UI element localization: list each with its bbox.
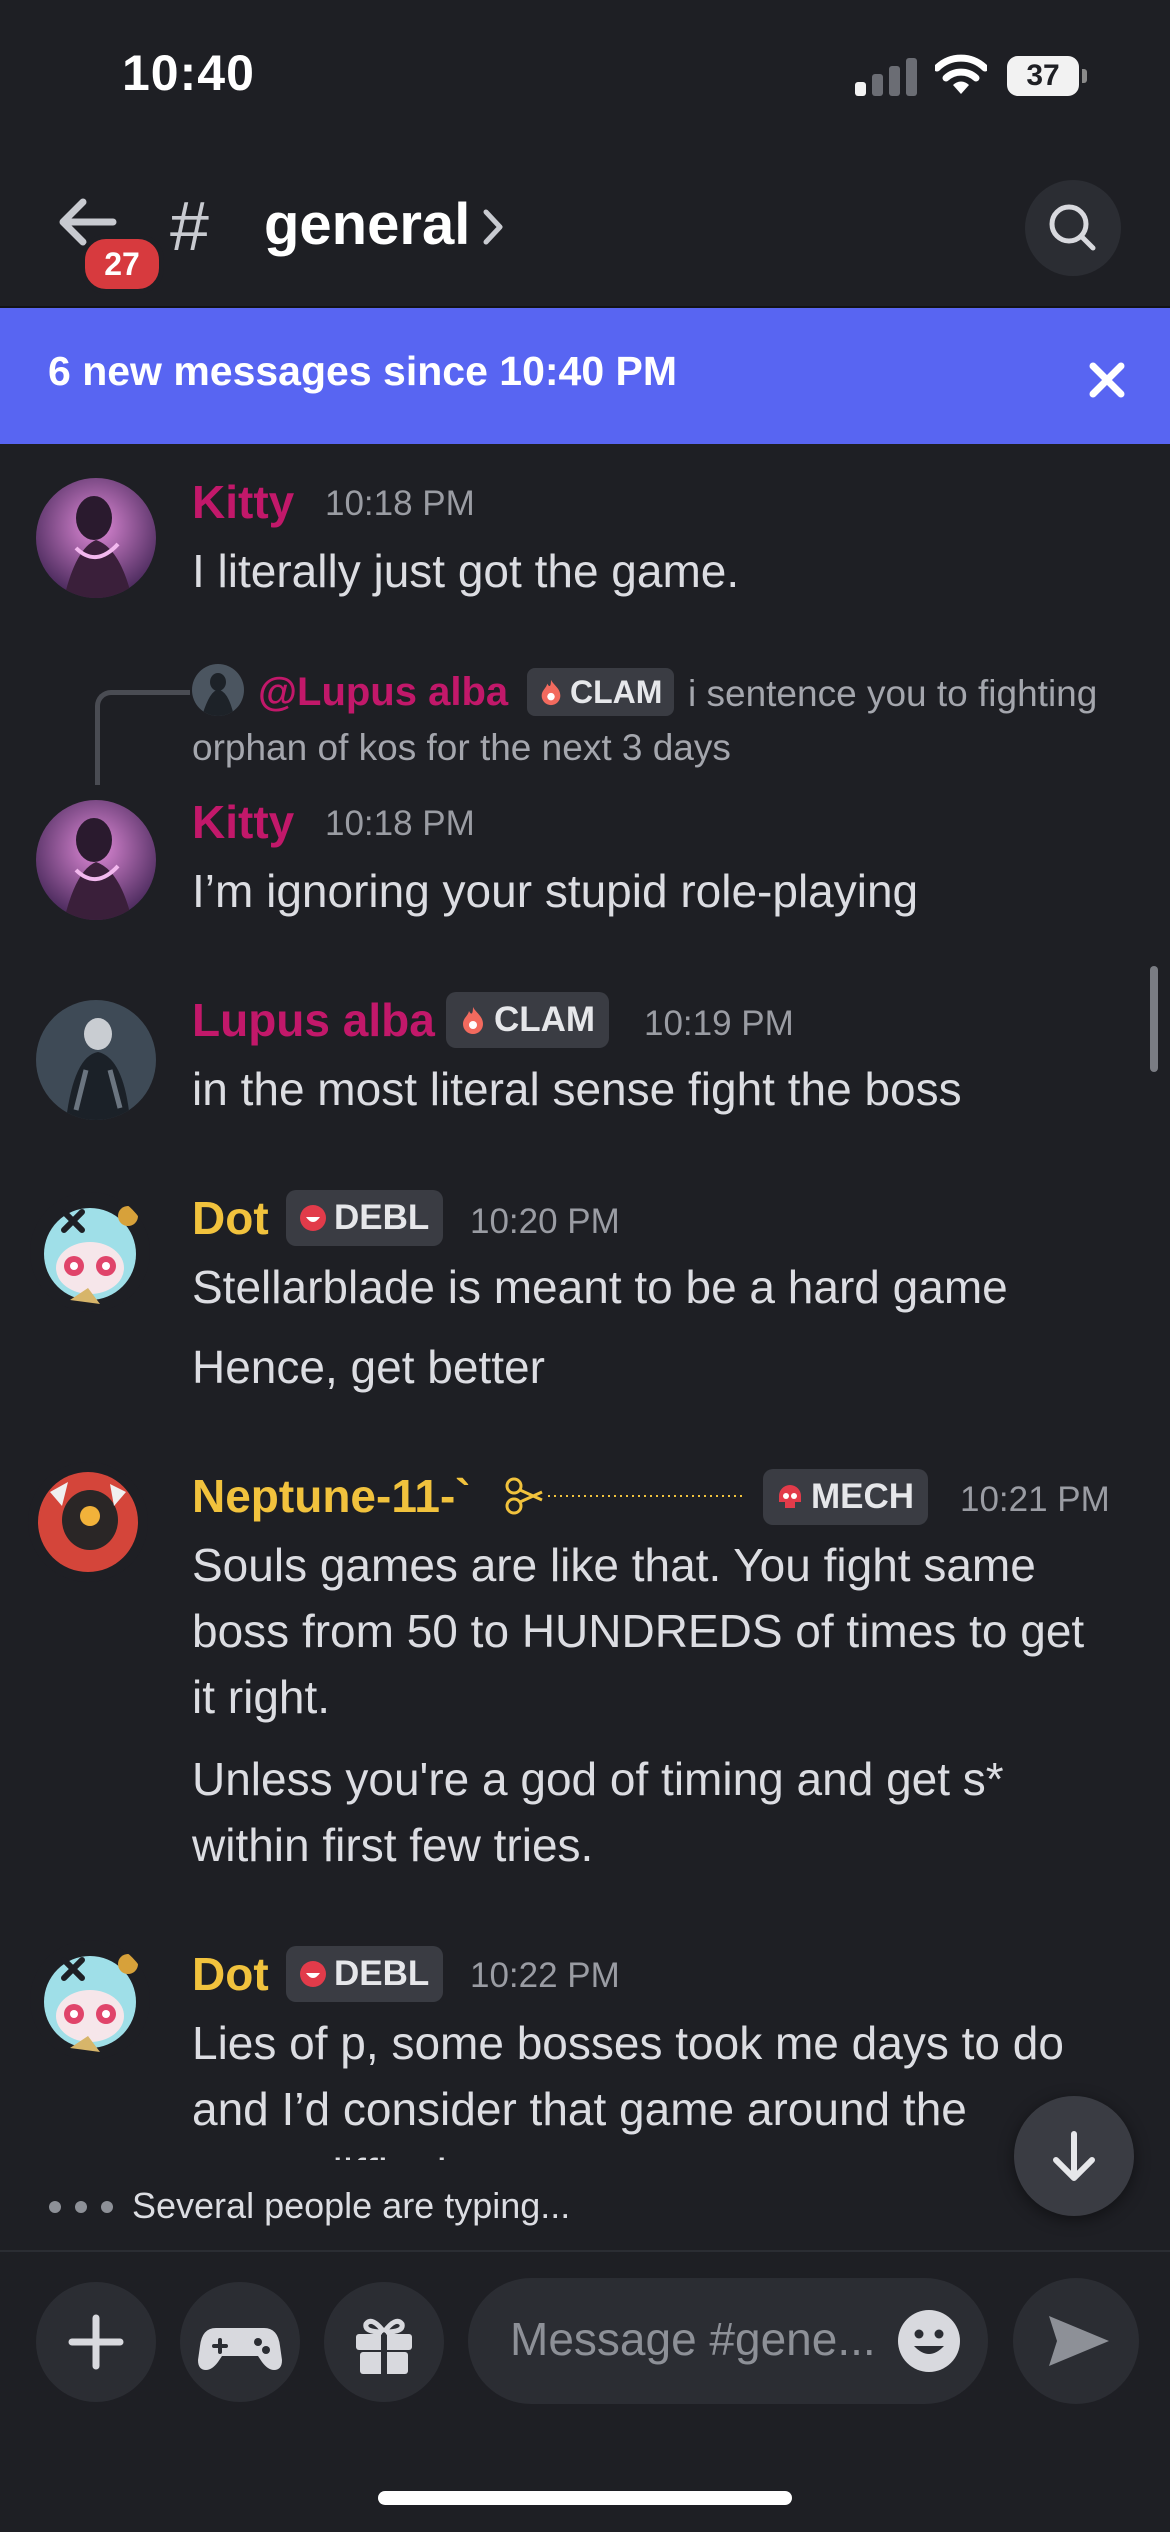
reply-connector (95, 690, 190, 785)
status-time: 10:40 (122, 45, 255, 101)
reply-avatar (192, 664, 244, 716)
server-tag-label: DEBL (334, 1954, 430, 1993)
message-author[interactable]: Kitty (192, 794, 294, 850)
message-timestamp: 10:21 PM (960, 1480, 1110, 1519)
flame-icon (463, 1007, 483, 1034)
activities-button[interactable] (180, 2282, 300, 2402)
plus-icon (68, 2314, 124, 2370)
message-author[interactable]: Lupus alba (192, 992, 435, 1048)
gamepad-icon (198, 2328, 282, 2370)
reply-tag-label: CLAM (570, 673, 663, 710)
message-text: I’m ignoring your stupid role-playing (192, 865, 919, 917)
composer-divider (0, 2250, 1170, 2252)
message-timestamp: 10:18 PM (325, 804, 475, 843)
scrollbar-thumb[interactable] (1150, 966, 1158, 1072)
server-tag: DEBL (286, 1190, 444, 1246)
new-messages-text: 6 new messages since 10:40 PM (48, 348, 678, 394)
search-icon (1049, 204, 1096, 251)
message-author[interactable]: Neptune-11-` (192, 1468, 471, 1524)
close-icon[interactable] (1085, 358, 1129, 402)
typing-indicator-text: Several people are typing... (132, 2185, 571, 2226)
skull-icon (779, 1485, 801, 1508)
avatar[interactable] (36, 1000, 156, 1120)
add-attachment-button[interactable] (36, 2282, 156, 2402)
arrow-down-icon (1053, 2131, 1095, 2181)
avatar[interactable] (36, 478, 156, 598)
message-text: Lies of p, some bosses took me days to d… (192, 2017, 1064, 2069)
message-text: it right. (192, 1671, 331, 1723)
wifi-icon (935, 54, 987, 94)
message-input-placeholder: Message #gene... (510, 2313, 876, 2365)
gift-icon (356, 2318, 412, 2374)
message-text: Unless you're a god of timing and get s* (192, 1753, 1004, 1805)
message-timestamp: 10:18 PM (325, 484, 475, 523)
reply-text[interactable]: orphan of kos for the next 3 days (192, 722, 731, 774)
unread-badge: 27 (80, 234, 164, 294)
cellular-signal-icon (855, 56, 917, 96)
avatar[interactable] (30, 1940, 150, 2060)
jump-to-present-button[interactable] (1014, 2096, 1134, 2216)
emoji-icon[interactable] (896, 2308, 962, 2374)
channel-hash-icon: # (170, 187, 209, 265)
reply-text[interactable]: i sentence you to fighting (688, 668, 1097, 720)
reply-mention[interactable]: @Lupus alba (258, 664, 508, 720)
send-button[interactable] (1013, 2278, 1139, 2404)
avatar[interactable] (36, 800, 156, 920)
message-text: Stellarblade is meant to be a hard game (192, 1261, 1008, 1313)
message-text: in the most literal sense fight the boss (192, 1063, 962, 1115)
message-text: Souls games are like that. You fight sam… (192, 1539, 1036, 1591)
message-timestamp: 10:20 PM (470, 1202, 620, 1241)
avatar[interactable] (30, 1192, 150, 1312)
red-face-icon (300, 1205, 326, 1231)
gift-button[interactable] (324, 2282, 444, 2402)
typing-dots-icon (49, 2201, 113, 2213)
server-tag-label: MECH (811, 1477, 915, 1516)
message-timestamp: 10:22 PM (470, 1956, 620, 1995)
message-text: Hence, get better (192, 1341, 545, 1393)
server-tag: CLAM (446, 992, 610, 1048)
channel-title[interactable]: general (264, 190, 470, 260)
chevron-right-icon[interactable] (478, 204, 508, 250)
message-text: and I’d consider that game around the (192, 2083, 967, 2135)
battery-icon: 37 (1007, 56, 1087, 96)
message-text: I literally just got the game. (192, 545, 740, 597)
message-text: within first few tries. (192, 1819, 594, 1871)
server-tag: DEBL (286, 1946, 444, 2002)
home-indicator (378, 2491, 792, 2505)
avatar[interactable] (28, 1462, 148, 1582)
server-tag-label: CLAM (494, 1000, 596, 1039)
message-text: boss from 50 to HUNDREDS of times to get (192, 1605, 1085, 1657)
server-tag-label: DEBL (334, 1198, 430, 1237)
message-author[interactable]: Kitty (192, 474, 294, 530)
flame-icon (541, 679, 561, 706)
scissors-icon (505, 1477, 742, 1515)
message-author[interactable]: Dot (192, 1190, 269, 1246)
search-button[interactable] (1025, 180, 1121, 276)
server-tag: MECH (763, 1469, 929, 1525)
red-face-icon (300, 1961, 326, 1987)
send-icon (1049, 2316, 1109, 2366)
message-author[interactable]: Dot (192, 1946, 269, 2002)
reply-tag: CLAM (527, 668, 675, 716)
battery-level: 37 (1007, 56, 1079, 96)
message-timestamp: 10:19 PM (644, 1004, 794, 1043)
